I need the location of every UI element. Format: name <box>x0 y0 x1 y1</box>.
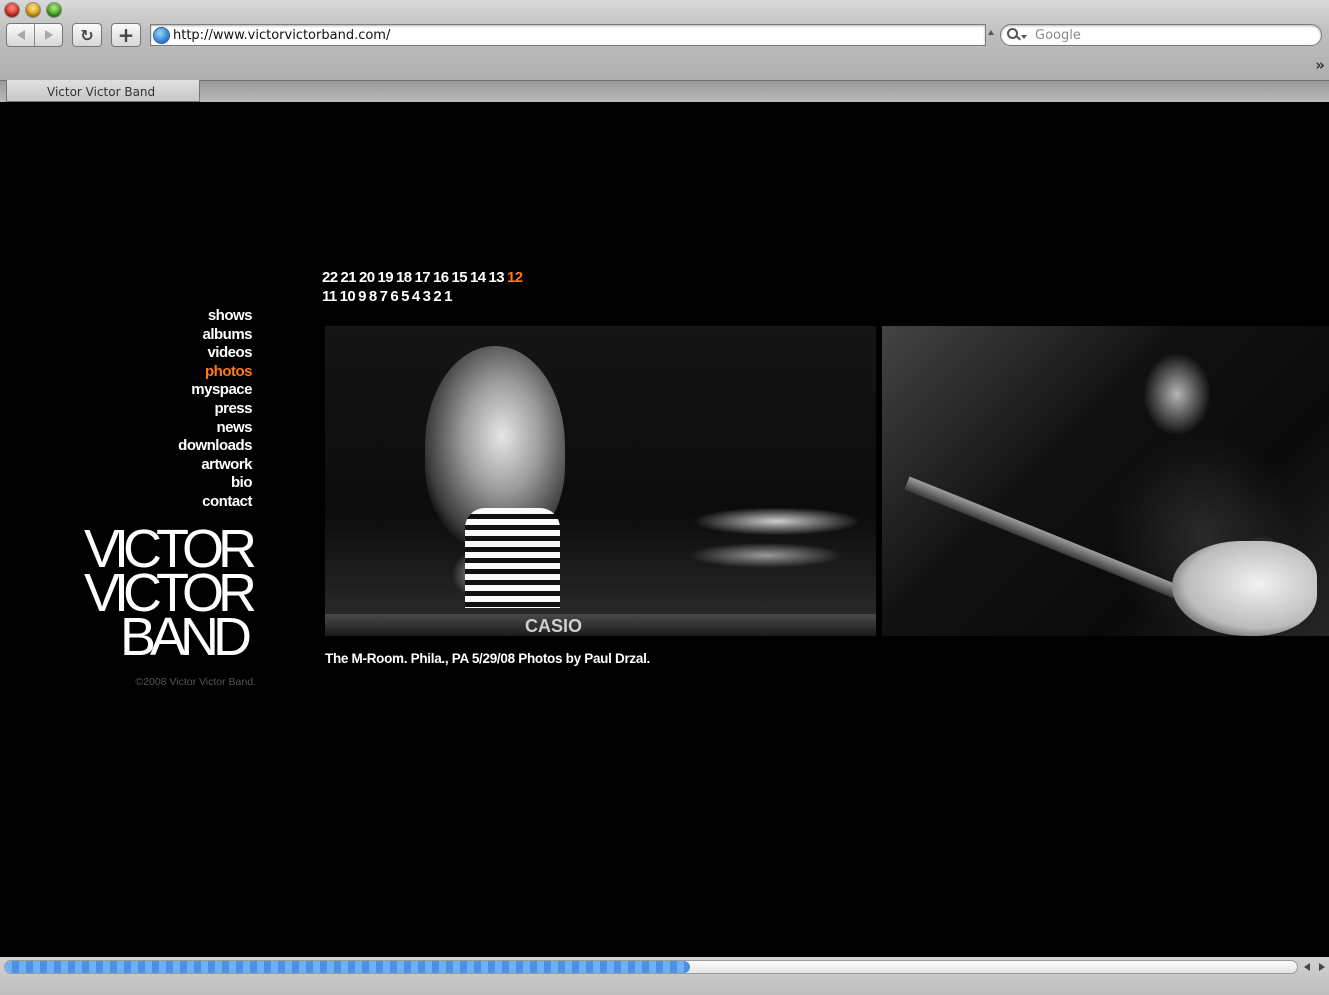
back-button[interactable] <box>7 24 34 46</box>
photo-page-7[interactable]: 7 <box>380 288 388 305</box>
photo-page-22[interactable]: 22 <box>322 269 338 286</box>
photo-page-2[interactable]: 2 <box>433 288 441 305</box>
photo-detail-guitar-body <box>1172 541 1317 636</box>
site-nav: shows albums videos photos myspace press news d… <box>100 307 252 512</box>
minimize-window-button[interactable] <box>26 3 40 17</box>
close-window-button[interactable] <box>5 3 19 17</box>
photo-detail-keyboard <box>325 614 876 636</box>
photo-page-20[interactable]: 20 <box>359 269 375 286</box>
url-text[interactable]: http://www.victorvictorband.com/ <box>173 28 390 43</box>
address-bar[interactable]: http://www.victorvictorband.com/ <box>150 24 986 46</box>
photo-page-6[interactable]: 6 <box>390 288 398 305</box>
reload-button[interactable]: ↻ <box>72 23 102 47</box>
nav-link-shows[interactable]: shows <box>100 307 253 326</box>
photo-keyboard-brand: CASIO <box>525 616 583 636</box>
reload-icon: ↻ <box>80 25 94 45</box>
photo-page-11[interactable]: 11 <box>322 288 337 305</box>
nav-link-news[interactable]: news <box>100 419 252 438</box>
horizontal-scroll-arrows[interactable] <box>1300 960 1329 974</box>
photo-page-9[interactable]: 9 <box>358 288 366 305</box>
photo-detail-dress <box>465 508 560 608</box>
photo-guitarist[interactable] <box>882 326 1329 636</box>
photo-page-3[interactable]: 3 <box>423 288 431 305</box>
plus-icon: + <box>117 23 135 47</box>
photo-page-18[interactable]: 18 <box>396 269 412 286</box>
photo-pager: 22 21 20 19 18 17 16 15 14 13 12 11 10 9 8 7 6 5 4 3 2 1 <box>322 268 582 306</box>
logo-line-3: BAND <box>120 607 252 667</box>
search-placeholder[interactable]: Google <box>1035 28 1081 43</box>
back-forward-group <box>6 23 63 47</box>
nav-link-myspace[interactable]: myspace <box>100 381 252 400</box>
photo-page-5[interactable]: 5 <box>401 288 409 305</box>
nav-link-press[interactable]: press <box>100 400 252 419</box>
forward-arrow-icon <box>44 30 53 40</box>
search-field[interactable]: Google <box>1000 24 1322 46</box>
nav-link-contact[interactable]: contact <box>100 493 252 512</box>
band-logo[interactable]: VICTOR VICTOR BAND <box>84 522 257 667</box>
nav-link-photos[interactable]: photos <box>100 363 253 382</box>
photo-caption: The M-Room. Phila., PA 5/29/08 Photos by… <box>325 651 650 666</box>
double-chevron-icon[interactable]: » <box>1315 56 1325 74</box>
bookmarks-bar <box>0 56 1329 78</box>
scroll-right-icon[interactable] <box>1318 963 1325 971</box>
nav-link-artwork[interactable]: artwork <box>100 456 252 475</box>
zoom-window-button[interactable] <box>47 3 61 17</box>
url-history-icon[interactable] <box>988 30 994 35</box>
scroll-left-icon[interactable] <box>1304 963 1311 971</box>
nav-link-albums[interactable]: albums <box>100 326 252 345</box>
photo-page-4[interactable]: 4 <box>412 288 420 305</box>
tab-victor-victor-band[interactable]: Victor Victor Band <box>6 80 200 102</box>
photo-page-1[interactable]: 1 <box>444 288 452 305</box>
photo-page-13[interactable]: 13 <box>489 269 505 286</box>
forward-button[interactable] <box>34 24 62 46</box>
photo-page-8[interactable]: 8 <box>369 288 377 305</box>
nav-link-bio[interactable]: bio <box>100 474 253 493</box>
photo-pager-row-1: 22 21 20 19 18 17 16 15 14 13 12 <box>322 268 582 287</box>
magnifier-icon[interactable] <box>1007 28 1023 42</box>
photo-page-12[interactable]: 12 <box>507 269 523 286</box>
globe-icon <box>154 27 169 43</box>
photo-page-14[interactable]: 14 <box>470 269 486 286</box>
add-bookmark-button[interactable]: + <box>111 23 141 47</box>
photo-page-15[interactable]: 15 <box>452 269 468 286</box>
photo-pager-row-2: 11 10 9 8 7 6 5 4 3 2 1 <box>322 287 582 306</box>
photo-detail-guitar-neck <box>904 476 1179 599</box>
photo-page-10[interactable]: 10 <box>340 288 356 305</box>
photo-page-21[interactable]: 21 <box>341 269 357 286</box>
photo-page-19[interactable]: 19 <box>378 269 394 286</box>
copyright: ©2008 Victor Victor Band. <box>135 676 256 688</box>
web-page: shows albums videos photos myspace press news d… <box>0 102 1329 957</box>
photo-keyboardist[interactable]: CASIO <box>325 326 876 636</box>
photo-page-17[interactable]: 17 <box>415 269 431 286</box>
page-load-progress <box>4 960 1298 974</box>
page-load-progress-fill <box>5 961 690 973</box>
nav-link-videos[interactable]: videos <box>100 344 252 363</box>
back-arrow-icon <box>16 30 25 40</box>
photo-page-16[interactable]: 16 <box>433 269 449 286</box>
nav-link-downloads[interactable]: downloads <box>100 437 252 456</box>
